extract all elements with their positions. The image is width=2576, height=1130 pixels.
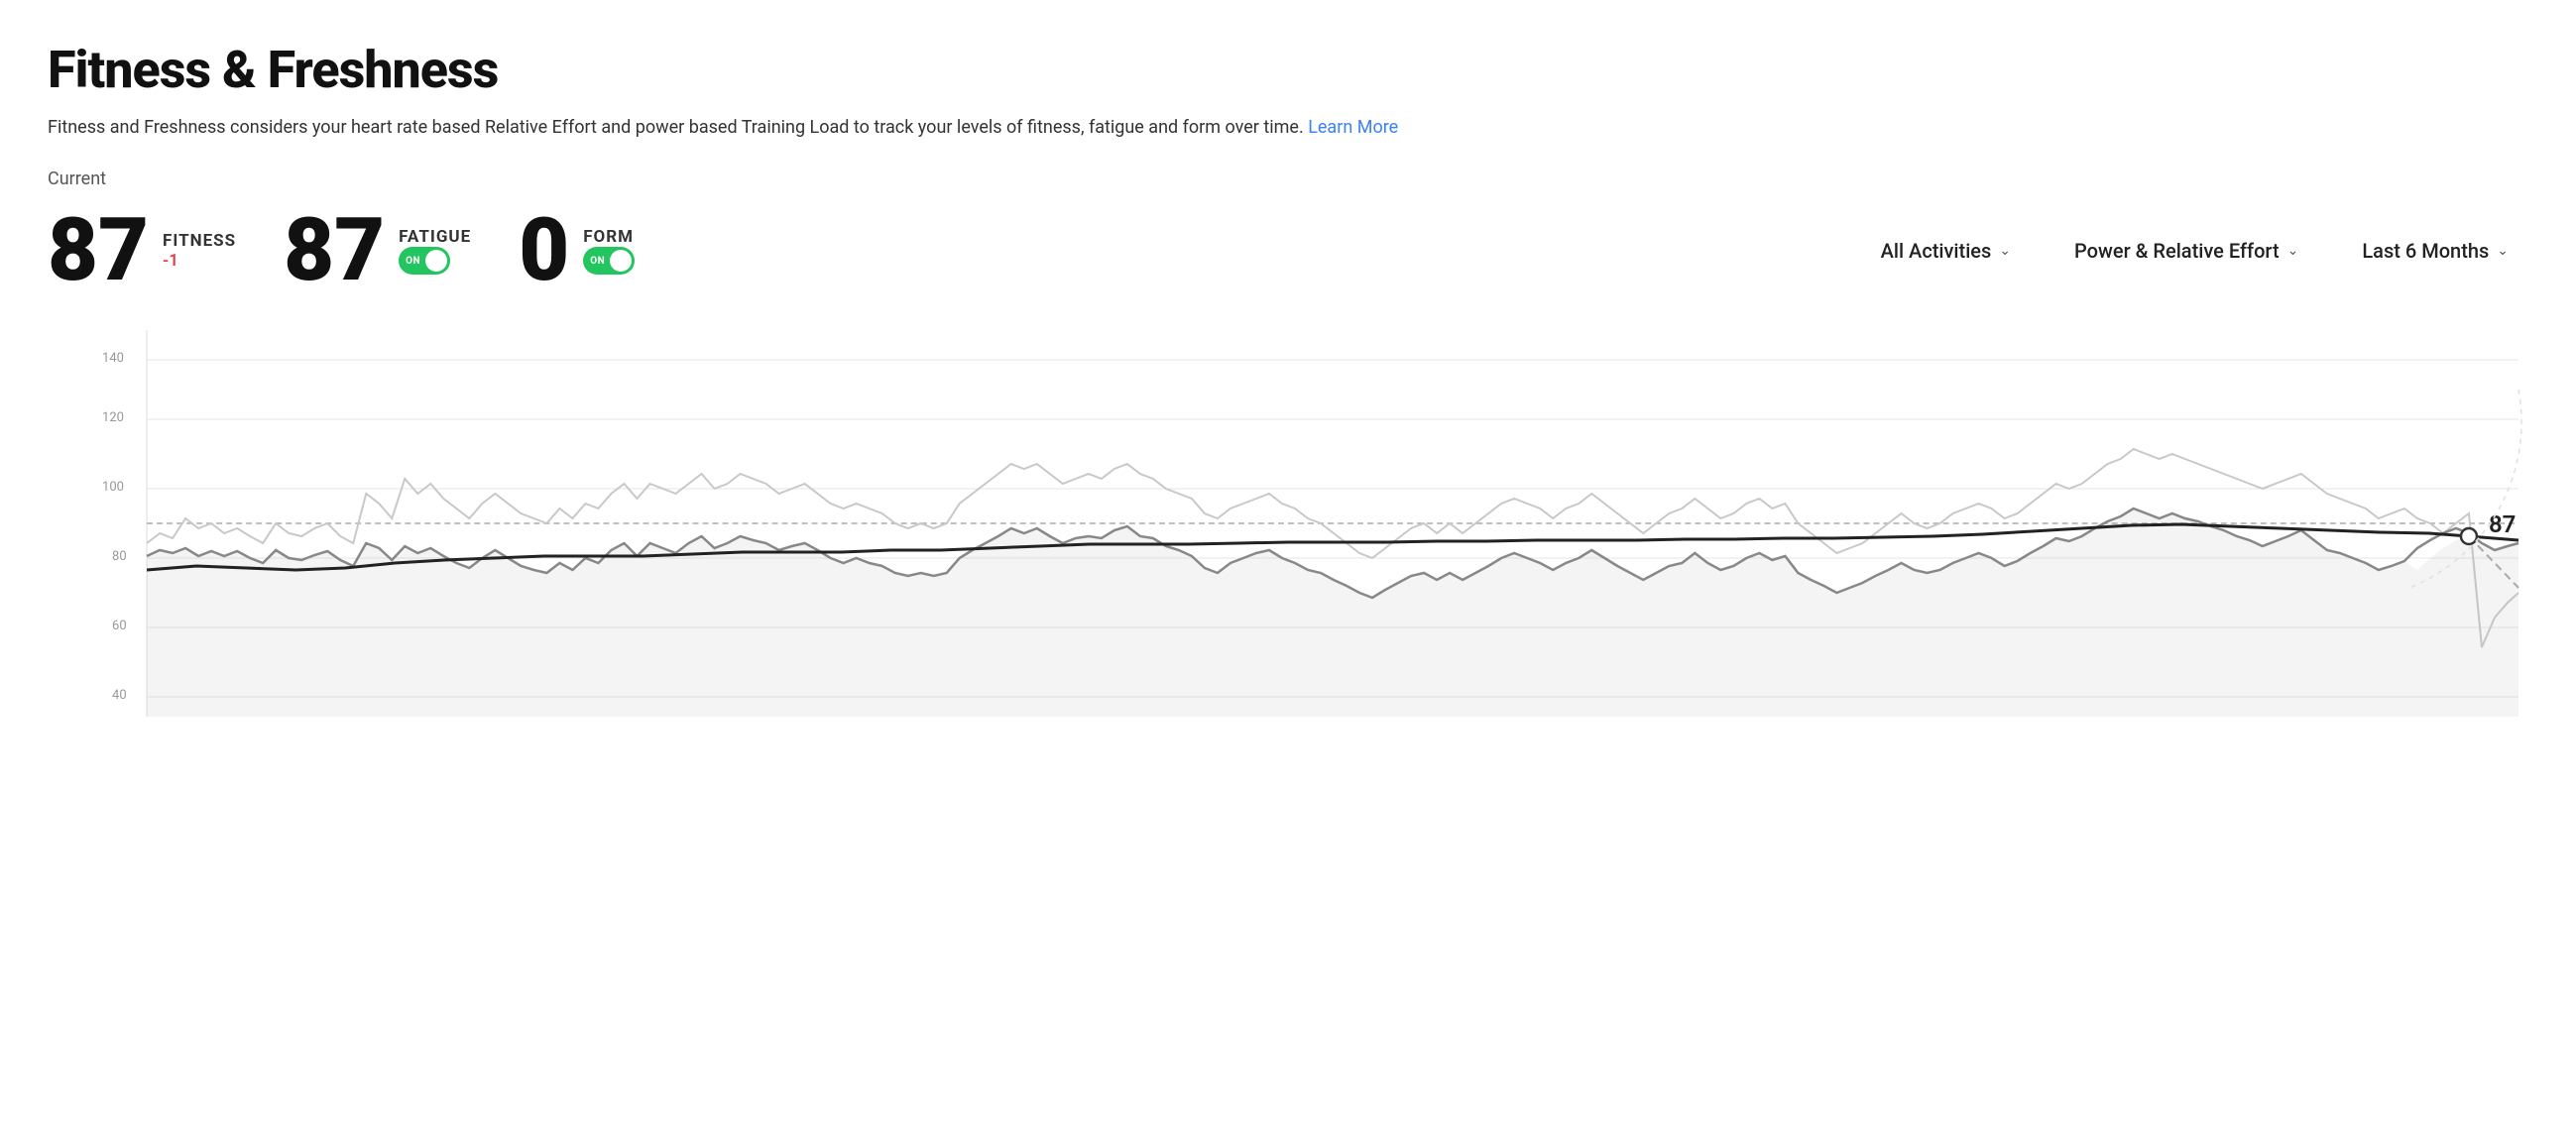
current-value-label: 87 bbox=[2489, 510, 2516, 538]
learn-more-link[interactable]: Learn More bbox=[1308, 117, 1398, 138]
time-range-filter[interactable]: Last 6 Months ⌄ bbox=[2342, 231, 2528, 271]
y-label-100: 100 bbox=[102, 480, 124, 495]
page-description: Fitness and Freshness considers your hea… bbox=[48, 114, 2528, 141]
fatigue-toggle-knob bbox=[425, 250, 447, 272]
activities-filter[interactable]: All Activities ⌄ bbox=[1861, 231, 2031, 271]
time-range-filter-label: Last 6 Months bbox=[2362, 239, 2489, 263]
metrics-section: 87 FITNESS -1 87 FATIGUE ON 0 bbox=[48, 207, 682, 294]
chart-container: 140 120 100 80 60 40 87 bbox=[48, 310, 2528, 727]
fitness-info: FITNESS -1 bbox=[163, 231, 236, 271]
y-label-120: 120 bbox=[102, 410, 124, 425]
form-label: FORM bbox=[583, 227, 635, 247]
metric-type-filter[interactable]: Power & Relative Effort ⌄ bbox=[2054, 231, 2318, 271]
filters-section: All Activities ⌄ Power & Relative Effort… bbox=[1861, 231, 2528, 271]
fatigue-value: 87 bbox=[284, 207, 385, 294]
current-label: Current bbox=[48, 169, 2528, 189]
form-value: 0 bbox=[519, 207, 569, 294]
form-toggle-on-label: ON bbox=[590, 256, 605, 267]
fitness-value: 87 bbox=[48, 207, 149, 294]
fatigue-toggle-container: ON bbox=[399, 247, 471, 275]
form-toggle-knob bbox=[610, 250, 632, 272]
fitness-metric: 87 FITNESS -1 bbox=[48, 207, 236, 294]
fatigue-metric: 87 FATIGUE ON bbox=[284, 207, 471, 294]
y-label-80: 80 bbox=[112, 549, 127, 564]
activities-filter-label: All Activities bbox=[1881, 239, 1992, 263]
form-toggle[interactable]: ON bbox=[583, 247, 635, 275]
y-label-140: 140 bbox=[102, 351, 124, 366]
form-info: FORM ON bbox=[583, 227, 635, 275]
metric-type-filter-label: Power & Relative Effort bbox=[2074, 239, 2280, 263]
current-value-dot bbox=[2461, 528, 2477, 544]
activities-chevron-icon: ⌄ bbox=[1999, 243, 2011, 259]
metric-type-chevron-icon: ⌄ bbox=[2287, 243, 2299, 259]
fatigue-toggle[interactable]: ON bbox=[399, 247, 450, 275]
fatigue-toggle-on-label: ON bbox=[406, 256, 420, 267]
fatigue-label: FATIGUE bbox=[399, 227, 471, 247]
y-label-60: 60 bbox=[112, 619, 127, 633]
fitness-area-fill bbox=[147, 508, 2518, 717]
form-metric: 0 FORM ON bbox=[519, 207, 635, 294]
page-title: Fitness & Freshness bbox=[48, 40, 2528, 100]
time-range-chevron-icon: ⌄ bbox=[2497, 243, 2509, 259]
fitness-chart: 140 120 100 80 60 40 87 bbox=[48, 310, 2528, 727]
form-toggle-container: ON bbox=[583, 247, 635, 275]
fitness-label: FITNESS bbox=[163, 231, 236, 251]
y-label-40: 40 bbox=[112, 688, 127, 703]
fitness-change: -1 bbox=[163, 251, 236, 271]
fatigue-info: FATIGUE ON bbox=[399, 227, 471, 275]
description-text: Fitness and Freshness considers your hea… bbox=[48, 117, 1304, 138]
metrics-and-filters-row: 87 FITNESS -1 87 FATIGUE ON 0 bbox=[48, 207, 2528, 294]
